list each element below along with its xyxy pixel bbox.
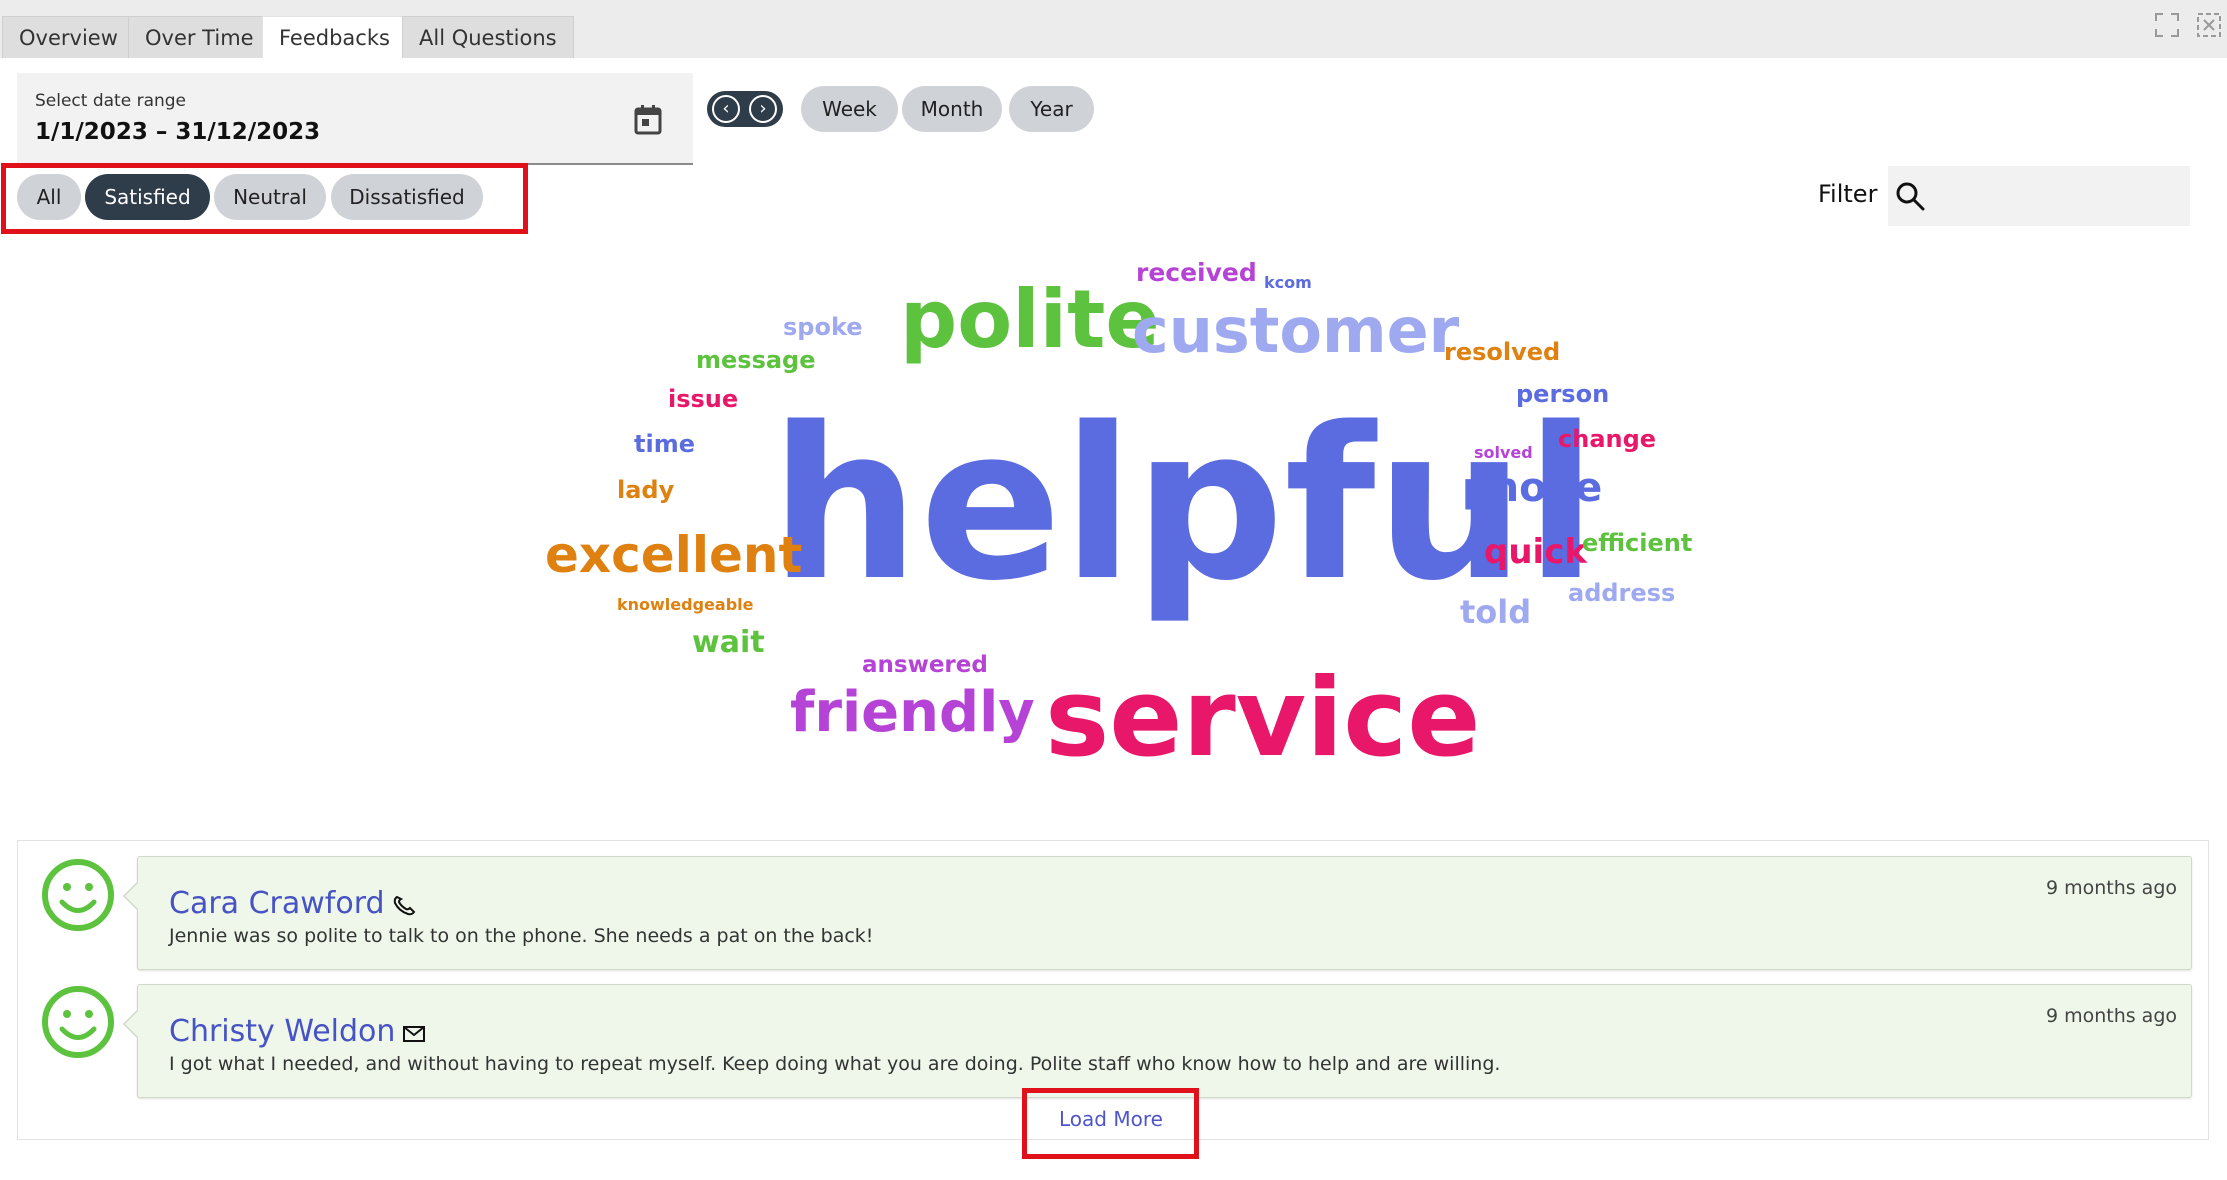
cloud-word-efficient: efficient [1582, 529, 1693, 557]
month-button[interactable]: Month [902, 86, 1002, 132]
cloud-word-excellent: excellent [545, 526, 803, 584]
load-more-highlight [1022, 1088, 1199, 1159]
cloud-word-lady: lady [617, 476, 675, 504]
date-range-label: Select date range [35, 91, 187, 111]
feedback-time: 9 months ago [2045, 877, 2177, 899]
feedback-text: Jennie was so polite to talk to on the p… [169, 925, 874, 947]
feedback-author[interactable]: Cara Crawford [169, 886, 417, 921]
sentiment-filter-highlight [1, 163, 528, 234]
chevron-left-icon[interactable]: ‹ [712, 95, 740, 123]
search-icon [1896, 182, 1925, 211]
expand-icon[interactable] [2154, 12, 2180, 38]
cloud-word-kcom: kcom [1264, 273, 1312, 292]
year-button[interactable]: Year [1009, 86, 1094, 132]
cloud-word-spoke: spoke [783, 313, 863, 341]
cloud-word-address: address [1568, 579, 1676, 607]
cloud-word-solved: solved [1474, 443, 1533, 462]
filter-search-input[interactable] [1888, 166, 2190, 226]
date-range-value: 1/1/2023 – 31/12/2023 [35, 119, 321, 145]
cloud-word-service: service [1045, 656, 1481, 781]
cloud-word-resolved: resolved [1444, 338, 1561, 366]
feedback-card[interactable]: Christy Weldon 9 months ago I got what I… [123, 984, 2192, 1098]
smiley-icon [42, 986, 114, 1058]
smiley-icon [42, 859, 114, 931]
close-icon[interactable] [2196, 12, 2222, 38]
tab-bar: Overview Over Time Feedbacks All Questio… [0, 0, 2227, 58]
cloud-word-phone: phone [1462, 465, 1603, 511]
cloud-word-quick: quick [1484, 532, 1587, 572]
envelope-icon [403, 1025, 426, 1042]
tab-overview[interactable]: Overview [2, 16, 135, 58]
tab-feedbacks[interactable]: Feedbacks [262, 16, 407, 58]
cloud-word-person: person [1516, 380, 1610, 408]
filter-label: Filter [1818, 180, 1878, 208]
week-button[interactable]: Week [801, 86, 898, 132]
feedback-time: 9 months ago [2045, 1005, 2177, 1027]
phone-icon [393, 895, 415, 915]
date-range-field[interactable]: Select date range 1/1/2023 – 31/12/2023 [17, 73, 693, 165]
cloud-word-polite: polite [900, 273, 1160, 366]
cloud-word-issue: issue [668, 385, 739, 413]
cloud-word-told: told [1460, 593, 1532, 631]
cloud-word-message: message [696, 346, 816, 374]
cloud-word-friendly: friendly [790, 680, 1035, 745]
cloud-word-time: time [634, 430, 695, 458]
period-nav: ‹ › [707, 91, 783, 127]
cloud-word-wait: wait [692, 625, 765, 660]
feedback-author-name[interactable]: Christy Weldon [169, 1014, 395, 1049]
feedback-card[interactable]: Cara Crawford 9 months ago Jennie was so… [123, 856, 2192, 970]
word-cloud: helpful service polite customer excellen… [0, 240, 2227, 800]
chevron-right-icon[interactable]: › [749, 95, 777, 123]
cloud-word-received: received [1136, 258, 1257, 287]
cloud-word-customer: customer [1132, 294, 1460, 367]
tab-over-time[interactable]: Over Time [128, 16, 271, 58]
feedback-author[interactable]: Christy Weldon [169, 1014, 427, 1049]
feedback-text: I got what I needed, and without having … [169, 1053, 1501, 1075]
tab-all-questions[interactable]: All Questions [402, 16, 574, 58]
cloud-word-answered: answered [862, 652, 988, 678]
feedback-author-name[interactable]: Cara Crawford [169, 886, 385, 921]
cloud-word-change: change [1558, 425, 1657, 453]
calendar-icon[interactable] [633, 104, 663, 136]
cloud-word-knowledgeable: knowledgeable [617, 595, 754, 614]
